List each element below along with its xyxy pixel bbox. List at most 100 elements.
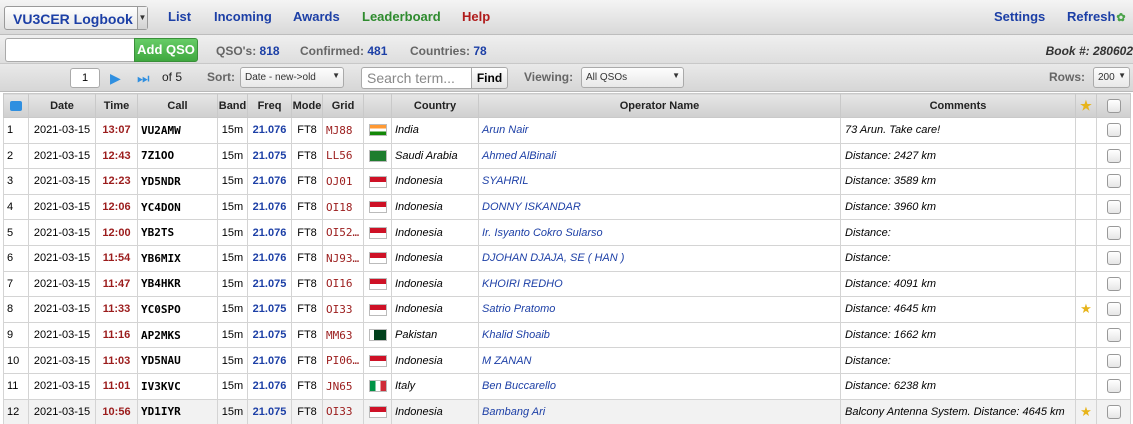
nav-awards[interactable]: Awards [293,9,340,24]
rows-select[interactable]: 200 ▼ [1093,67,1130,88]
table-row[interactable]: 12 2021-03-15 10:56 YD1IYR 15m 21.075 FT8 OI33 I… [3,398,1131,424]
col-band[interactable]: Band [217,93,248,118]
star-icon[interactable]: ★ [1080,404,1092,419]
callsign[interactable]: YC0SPO [137,296,218,323]
next-page-icon[interactable]: ▶ [110,70,121,86]
row-checkbox[interactable] [1106,302,1121,317]
comment: Distance: 2427 km [840,142,1076,170]
favorite-cell[interactable] [1075,270,1097,298]
table-row[interactable]: 7 2021-03-15 11:47 YB4HKR 15m 21.075 FT8 OI16 In… [3,270,1131,298]
callsign[interactable]: YB4HKR [137,270,218,298]
favorite-cell[interactable]: ★ [1075,398,1097,424]
callsign[interactable]: YC4DON [137,193,218,221]
operator-name[interactable]: Arun Nair [478,117,841,144]
col-time[interactable]: Time [95,93,138,118]
page-number-input[interactable] [70,68,100,88]
operator-name[interactable]: DJOHAN DJAJA, SE ( HAN ) [478,244,841,272]
table-row[interactable]: 4 2021-03-15 12:06 YC4DON 15m 21.076 FT8 OI18 In… [3,193,1131,221]
col-comments[interactable]: Comments [840,93,1076,118]
row-checkbox[interactable] [1106,174,1121,189]
flag-col-header[interactable] [3,93,29,118]
find-button[interactable]: Find [471,67,508,89]
favorite-cell[interactable] [1075,219,1097,246]
row-checkbox[interactable] [1106,379,1121,394]
table-row[interactable]: 5 2021-03-15 12:00 YB2TS 15m 21.076 FT8 OI52fw I… [3,219,1131,246]
col-freq[interactable]: Freq [247,93,292,118]
select-all-checkbox[interactable] [1106,98,1121,113]
logbook-selector[interactable]: VU3CER Logbook ▼ [4,6,148,30]
favorite-cell[interactable] [1075,168,1097,195]
countries-count: 78 [473,44,487,58]
star-icon[interactable]: ★ [1080,301,1092,316]
indonesia-flag-icon [368,303,387,316]
row-checkbox[interactable] [1106,251,1121,266]
table-row[interactable]: 9 2021-03-15 11:16 AP2MKS 15m 21.075 FT8 MM63 Pa… [3,321,1131,349]
operator-name[interactable]: M ZANAN [478,347,841,374]
sort-select[interactable]: Date - new->old ▼ [240,67,344,88]
favorite-cell[interactable] [1075,193,1097,221]
row-checkbox[interactable] [1106,123,1121,138]
nav-list[interactable]: List [168,9,191,24]
nav-help[interactable]: Help [462,9,490,24]
operator-name[interactable]: Ahmed AlBinali [478,142,841,170]
add-qso-button[interactable]: Add QSO [134,38,198,62]
nav-incoming[interactable]: Incoming [214,9,272,24]
table-row[interactable]: 2 2021-03-15 12:43 7Z1OO 15m 21.075 FT8 LL56 Sau… [3,142,1131,170]
select-cell [1096,347,1131,374]
callsign-input[interactable] [5,38,135,62]
callsign[interactable]: IV3KVC [137,372,218,400]
callsign[interactable]: YD5NDR [137,168,218,195]
last-page-icon[interactable]: ⏭ [137,70,150,86]
favorite-cell[interactable] [1075,244,1097,272]
col-date[interactable]: Date [28,93,96,118]
operator-name[interactable]: Satrio Pratomo [478,296,841,323]
table-row[interactable]: 10 2021-03-15 11:03 YD5NAU 15m 21.076 FT8 PI06t… [3,347,1131,374]
col-country[interactable]: Country [391,93,479,118]
col-call[interactable]: Call [137,93,218,118]
col-select[interactable] [1096,93,1131,118]
favorite-cell[interactable] [1075,117,1097,144]
table-row[interactable]: 3 2021-03-15 12:23 YD5NDR 15m 21.076 FT8 OJ01 In… [3,168,1131,195]
nav-leaderboard[interactable]: Leaderboard [362,9,441,24]
operator-name[interactable]: DONNY ISKANDAR [478,193,841,221]
row-checkbox[interactable] [1106,276,1121,291]
favorite-cell[interactable] [1075,347,1097,374]
row-checkbox[interactable] [1106,328,1121,343]
chevron-down-icon[interactable]: ▼ [137,7,147,29]
nav-refresh[interactable]: Refresh✿ [1067,9,1126,24]
col-mode[interactable]: Mode [291,93,323,118]
callsign[interactable]: YD5NAU [137,347,218,374]
row-checkbox[interactable] [1106,148,1121,163]
callsign[interactable]: YB2TS [137,219,218,246]
callsign[interactable]: VU2AMW [137,117,218,144]
favorite-cell[interactable] [1075,372,1097,400]
favorite-cell[interactable]: ★ [1075,296,1097,323]
table-row[interactable]: 1 2021-03-15 13:07 VU2AMW 15m 21.076 FT8 MJ88 In… [3,117,1131,144]
favorite-cell[interactable] [1075,142,1097,170]
table-row[interactable]: 11 2021-03-15 11:01 IV3KVC 15m 21.076 FT8 JN65 I… [3,372,1131,400]
table-row[interactable]: 6 2021-03-15 11:54 YB6MIX 15m 21.076 FT8 NJ93ho… [3,244,1131,272]
col-grid[interactable]: Grid [322,93,364,118]
table-row[interactable]: 8 2021-03-15 11:33 YC0SPO 15m 21.075 FT8 OI33 In… [3,296,1131,323]
row-checkbox[interactable] [1106,353,1121,368]
callsign[interactable]: YB6MIX [137,244,218,272]
row-checkbox[interactable] [1106,225,1121,240]
favorite-cell[interactable] [1075,321,1097,349]
search-input[interactable] [361,67,471,89]
callsign[interactable]: YD1IYR [137,398,218,424]
refresh-label: Refresh [1067,9,1116,24]
operator-name[interactable]: SYAHRIL [478,168,841,195]
viewing-select[interactable]: All QSOs ▼ [581,67,684,88]
callsign[interactable]: AP2MKS [137,321,218,349]
operator-name[interactable]: KHOIRI REDHO [478,270,841,298]
col-operator[interactable]: Operator Name [478,93,841,118]
row-checkbox[interactable] [1106,404,1121,419]
operator-name[interactable]: Ben Buccarello [478,372,841,400]
operator-name[interactable]: Ir. Isyanto Cokro Sularso [478,219,841,246]
nav-settings[interactable]: Settings [994,9,1045,24]
col-star[interactable]: ★ [1075,93,1097,118]
row-checkbox[interactable] [1106,200,1121,215]
operator-name[interactable]: Khalid Shoaib [478,321,841,349]
operator-name[interactable]: Bambang Ari [478,398,841,424]
callsign[interactable]: 7Z1OO [137,142,218,170]
